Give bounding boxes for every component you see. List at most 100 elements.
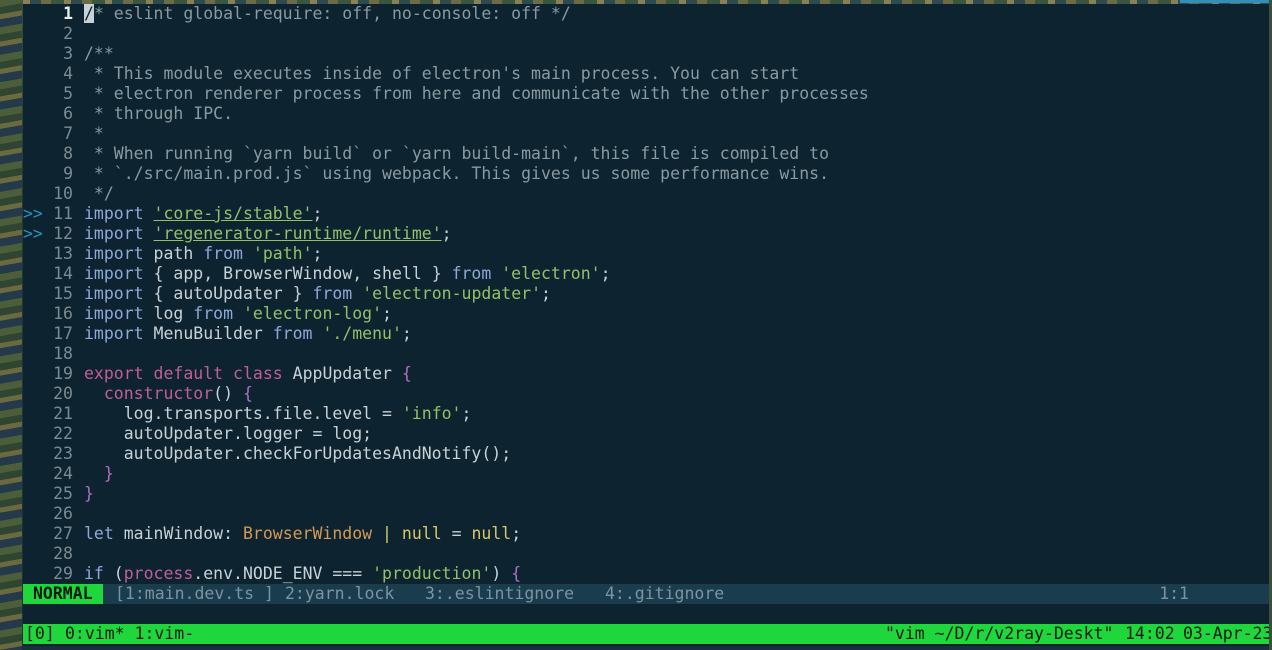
line-text[interactable]: import path from 'path'; [84,244,322,264]
gutter-sign: >> [23,204,43,223]
code-line[interactable]: 13 import path from 'path'; [23,244,1269,264]
line-text[interactable]: import 'regenerator-runtime/runtime'; [84,224,452,244]
code-line[interactable]: 16 import log from 'electron-log'; [23,304,1269,324]
line-number: 7 [63,124,73,143]
line-text[interactable]: /* eslint global-require: off, no-consol… [84,4,571,24]
line-text[interactable]: import { app, BrowserWindow, shell } fro… [84,264,611,284]
code-line[interactable]: 23 autoUpdater.checkForUpdatesAndNotify(… [23,444,1269,464]
line-number: 15 [53,284,73,303]
editor-buffer[interactable]: 1 /* eslint global-require: off, no-conso… [23,4,1269,584]
buffer-tab-main-dev-ts[interactable]: [1:main.dev.ts ] [115,584,274,604]
tmux-window-list[interactable]: 0:vim* 1:vim- [65,624,194,644]
code-line[interactable]: 6 * through IPC. [23,104,1269,124]
line-text[interactable]: import { autoUpdater } from 'electron-up… [84,284,551,304]
line-number: 19 [53,364,73,383]
code-line[interactable]: 2 [23,24,1269,44]
line-number: 16 [53,304,73,323]
line-text[interactable]: } [84,464,114,484]
code-line[interactable]: 1 /* eslint global-require: off, no-conso… [23,4,1269,24]
code-line[interactable]: 5 * electron renderer process from here … [23,84,1269,104]
terminal-window[interactable]: 1 /* eslint global-require: off, no-conso… [23,4,1269,646]
tmux-date: 03-Apr-23 [1183,624,1269,643]
line-number: 5 [63,84,73,103]
tmux-pane-title: "vim ~/D/r/v2ray-Deskt" [885,624,1114,643]
line-text[interactable]: * This module executes inside of electro… [84,64,799,84]
line-text[interactable]: import MenuBuilder from './menu'; [84,324,412,344]
line-number: 10 [53,184,73,203]
line-text[interactable]: * through IPC. [84,104,233,124]
code-line[interactable]: 7 * [23,124,1269,144]
line-text[interactable]: export default class AppUpdater { [84,364,412,384]
tmux-statusbar: [0] 0:vim* 1:vim- "vim ~/D/r/v2ray-Deskt… [23,624,1269,644]
code-line[interactable]: 22 autoUpdater.logger = log; [23,424,1269,444]
code-line[interactable]: 25} [23,484,1269,504]
line-number: 4 [63,64,73,83]
line-text[interactable]: * [84,124,104,144]
line-text[interactable]: } [84,484,94,504]
mode-indicator: NORMAL [23,584,103,604]
code-line[interactable]: 17 import MenuBuilder from './menu'; [23,324,1269,344]
line-number: 13 [53,244,73,263]
line-text[interactable]: /** [84,44,114,64]
code-line[interactable]: 21 log.transports.file.level = 'info'; [23,404,1269,424]
line-text[interactable]: * `./src/main.prod.js` using webpack. Th… [84,164,829,184]
line-text[interactable]: log.transports.file.level = 'info'; [84,404,472,424]
code-line[interactable]: 15 import { autoUpdater } from 'electron-… [23,284,1269,304]
line-number: 29 [53,564,73,583]
line-number: 9 [63,164,73,183]
code-line[interactable]: 19 export default class AppUpdater { [23,364,1269,384]
line-number: 11 [53,204,73,223]
code-line[interactable]: 4 * This module executes inside of elect… [23,64,1269,84]
line-number: 8 [63,144,73,163]
vim-statusline: NORMAL [1:main.dev.ts ] 2:yarn.lock 3:.e… [23,584,1269,604]
line-text[interactable]: autoUpdater.checkForUpdatesAndNotify(); [84,444,511,464]
code-line[interactable]: >> 11 import 'core-js/stable'; [23,204,1269,224]
buffer-tab-gitignore[interactable]: 4:.gitignore [605,584,724,604]
line-text[interactable]: * electron renderer process from here an… [84,84,869,104]
buffer-tab-yarn-lock[interactable]: 2:yarn.lock [285,584,394,604]
code-line[interactable]: 20 constructor() { [23,384,1269,404]
buffer-tab-eslintignore[interactable]: 3:.eslintignore [425,584,574,604]
line-number: 22 [53,424,73,443]
line-number: 3 [63,44,73,63]
line-number: 18 [53,344,73,363]
line-number: 24 [53,464,73,483]
line-number: 23 [53,444,73,463]
line-number: 27 [53,524,73,543]
tmux-session: [0] [25,624,55,643]
code-line[interactable]: 27 let mainWindow: BrowserWindow | null =… [23,524,1269,544]
cursor-position: 1:1 [1159,584,1189,603]
code-line[interactable]: 3 /** [23,44,1269,64]
line-number: 28 [53,544,73,563]
line-number: 20 [53,384,73,403]
line-text[interactable]: let mainWindow: BrowserWindow | null = n… [84,524,521,544]
code-line[interactable]: >> 12 import 'regenerator-runtime/runtime'… [23,224,1269,244]
line-number: 1 [63,4,73,23]
line-number: 21 [53,404,73,423]
code-line[interactable]: 14 import { app, BrowserWindow, shell } f… [23,264,1269,284]
code-line[interactable]: 26 [23,504,1269,524]
code-line[interactable]: 10 */ [23,184,1269,204]
code-line[interactable]: 18 [23,344,1269,364]
desktop-wallpaper-left [0,0,22,650]
line-text[interactable]: constructor() { [84,384,253,404]
line-text[interactable]: * When running `yarn build` or `yarn bui… [84,144,829,164]
tmux-clock: 14:02 [1125,624,1175,643]
line-text[interactable]: import log from 'electron-log'; [84,304,392,324]
line-text[interactable]: if (process.env.NODE_ENV === 'production… [84,564,521,584]
gutter-sign: >> [23,224,43,243]
line-number: 14 [53,264,73,283]
code-line[interactable]: 29 if (process.env.NODE_ENV === 'producti… [23,564,1269,584]
code-line[interactable]: 8 * When running `yarn build` or `yarn b… [23,144,1269,164]
line-text[interactable]: import 'core-js/stable'; [84,204,322,224]
code-line[interactable]: 9 * `./src/main.prod.js` using webpack. … [23,164,1269,184]
line-number: 2 [63,24,73,43]
code-line[interactable]: 28 [23,544,1269,564]
code-line[interactable]: 24 } [23,464,1269,484]
line-number: 25 [53,484,73,503]
line-number: 12 [53,224,73,243]
line-text[interactable]: autoUpdater.logger = log; [84,424,372,444]
line-number: 6 [63,104,73,123]
line-text[interactable]: */ [84,184,114,204]
line-number: 26 [53,504,73,523]
